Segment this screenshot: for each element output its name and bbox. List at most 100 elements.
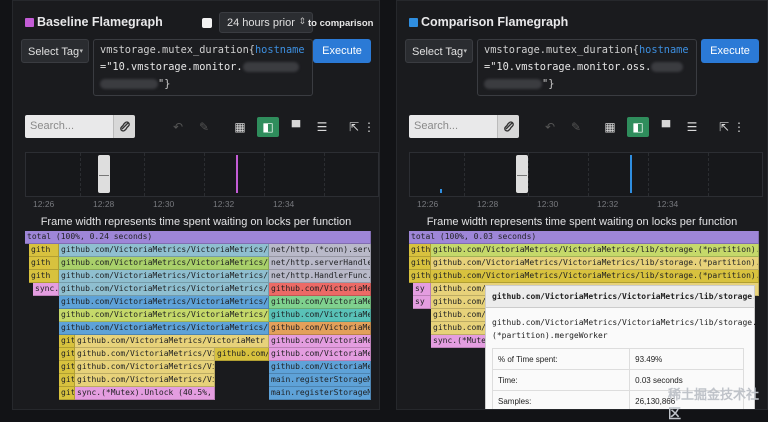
flame-frame[interactable]: git xyxy=(59,335,75,348)
flame-frame[interactable]: github.com/VictoriaMetrics/VictoriaMetri… xyxy=(59,257,269,270)
flamegraph-view-icon[interactable]: ▀ xyxy=(655,117,677,137)
undo-icon[interactable]: ↶ xyxy=(167,117,189,137)
search-input[interactable]: Search... xyxy=(25,115,113,138)
flame-frame[interactable]: net/http.(*conn).serve xyxy=(269,244,371,257)
flame-frame[interactable]: github.com/VictoriaMetrics/VictoriaMetri… xyxy=(59,244,269,257)
flame-frame[interactable]: github.com/VictoriaMe xyxy=(269,361,371,374)
time-label: 12:34 xyxy=(657,199,679,209)
flame-frame[interactable]: github.com/VictoriaMetrics/VictoriaMetri… xyxy=(59,296,269,309)
flame-frame[interactable]: github.com/VictoriaMe xyxy=(269,283,371,296)
time-range-value: 24 hours prior xyxy=(227,17,295,29)
flame-frame[interactable]: main.registerStorageMe xyxy=(269,387,371,400)
flame-frame[interactable]: github.com/VictoriaMetrics/VictoriaMetr xyxy=(75,335,269,348)
time-label: 12:32 xyxy=(597,199,619,209)
flame-frame[interactable]: gith xyxy=(29,244,59,257)
share-icon[interactable]: ⇱ xyxy=(713,117,735,137)
execute-button[interactable]: Execute xyxy=(313,39,371,63)
time-range-select[interactable]: 24 hours prior ⇕ xyxy=(219,12,313,33)
edit-icon[interactable]: ✎ xyxy=(193,117,215,137)
flame-frame[interactable]: gith xyxy=(29,270,59,283)
flame-frame[interactable]: sy xyxy=(413,296,431,309)
select-tag-button[interactable]: Select Tag ▾ xyxy=(21,39,89,63)
time-label: 12:26 xyxy=(417,199,439,209)
flame-frame[interactable]: github.com/VictoriaMe xyxy=(269,296,371,309)
query-metric: vmstorage.mutex_duration{ xyxy=(484,44,639,56)
caret-down-icon: ▾ xyxy=(463,48,467,55)
flame-frame[interactable]: github.com/VictoriaMe xyxy=(269,335,371,348)
share-icon[interactable]: ⇱ xyxy=(343,117,365,137)
flame-frame[interactable]: net/http.HandlerFunc.S xyxy=(269,270,371,283)
flame-frame[interactable]: gith xyxy=(409,270,431,283)
more-icon[interactable]: ⋮ xyxy=(363,117,375,137)
grid-line xyxy=(80,153,81,196)
table-view-icon[interactable]: ▦ xyxy=(229,117,251,137)
table-view-icon[interactable]: ▦ xyxy=(599,117,621,137)
select-tag-button[interactable]: Select Tag ▾ xyxy=(405,39,473,63)
more-icon[interactable]: ⋮ xyxy=(733,117,745,137)
link-icon[interactable] xyxy=(497,115,519,138)
flame-frame[interactable]: git xyxy=(59,361,75,374)
flame-frame[interactable]: github.com/VictoriaMetrics/Vict xyxy=(75,361,215,374)
flame-frame[interactable]: github.com/VictoriaMetrics/VictoriaMetri… xyxy=(59,309,269,322)
both-view-icon[interactable]: ◧ xyxy=(257,117,279,137)
watermark: 稀土掘金技术社区 xyxy=(668,387,760,421)
comparison-panel: Comparison Flamegraph Select Tag ▾ vmstor… xyxy=(396,0,768,410)
flame-frame[interactable]: github.com/VictoriaMetrics/VictoriaMetri… xyxy=(431,270,759,283)
comparison-title: Comparison Flamegraph xyxy=(421,15,569,29)
flame-frame[interactable]: sync. xyxy=(33,283,59,296)
tooltip-key: % of Time spent: xyxy=(491,348,631,370)
sandwich-view-icon[interactable]: ☰ xyxy=(681,117,703,137)
flame-frame[interactable]: github.com/VictoriaMetrics/VictoriaMetri… xyxy=(431,257,759,270)
execute-button[interactable]: Execute xyxy=(701,39,759,63)
flamegraph-toolbar: Search... ↶ ✎ ▦ ◧ ▀ ☰ ⇱ ⋮ xyxy=(409,115,767,141)
flame-frame[interactable]: github.com/VictoriaMetrics/VictoriaMetri… xyxy=(431,244,759,257)
flame-frame[interactable]: github.com/VictoriaMe xyxy=(269,322,371,335)
flame-frame[interactable]: total (100%, 0.24 seconds) xyxy=(25,231,371,244)
comparison-header: Comparison Flamegraph xyxy=(397,9,767,35)
query-label-key: hostname xyxy=(254,44,305,56)
flame-frame[interactable]: github.com/V xyxy=(215,348,269,361)
flamegraph-view-icon[interactable]: ▀ xyxy=(285,117,307,137)
flame-frame[interactable]: main.registerStorageMe xyxy=(269,374,371,387)
flame-frame[interactable]: github.com/VictoriaMetrics/VictoriaMetri… xyxy=(59,322,269,335)
query-label-key: hostname xyxy=(638,44,689,56)
flame-frame[interactable]: total (100%, 0.03 seconds) xyxy=(409,231,759,244)
selection-handle[interactable] xyxy=(98,155,110,193)
flame-frame[interactable]: github.com/VictoriaMetrics/VictoriaMetri… xyxy=(59,270,269,283)
edit-icon[interactable]: ✎ xyxy=(565,117,587,137)
undo-icon[interactable]: ↶ xyxy=(539,117,561,137)
sandwich-view-icon[interactable]: ☰ xyxy=(311,117,333,137)
both-view-icon[interactable]: ◧ xyxy=(627,117,649,137)
selection-handle[interactable] xyxy=(516,155,528,193)
flame-frame[interactable]: gith xyxy=(409,257,431,270)
flame-frame[interactable]: git xyxy=(59,348,75,361)
comparison-checkbox[interactable] xyxy=(202,18,212,28)
flame-frame[interactable]: git xyxy=(59,387,75,400)
link-icon[interactable] xyxy=(113,115,135,138)
tooltip-row: % of Time spent: 93.49% xyxy=(491,348,744,370)
flame-frame[interactable]: git xyxy=(59,374,75,387)
flame-frame[interactable]: sy xyxy=(413,283,431,296)
time-label: 12:28 xyxy=(93,199,115,209)
flame-frame[interactable]: github.com/VictoriaMe xyxy=(269,348,371,361)
search-input[interactable]: Search... xyxy=(409,115,497,138)
flame-frame[interactable]: github.com/VictoriaMetrics/Vict xyxy=(75,374,215,387)
baseline-flamegraph[interactable]: total (100%, 0.24 seconds) gith github.c… xyxy=(25,231,379,409)
redacted-text xyxy=(242,62,299,72)
flame-frame[interactable]: github.com/VictoriaMe xyxy=(269,309,371,322)
flame-frame[interactable]: net/http.serverHandler xyxy=(269,257,371,270)
timeline-chart[interactable] xyxy=(409,152,763,197)
flame-frame[interactable]: github.com/VictoriaMetrics/Vict xyxy=(75,348,215,361)
grid-line xyxy=(648,153,649,196)
query-input[interactable]: vmstorage.mutex_duration{hostname ="10.v… xyxy=(93,39,313,96)
flame-frame[interactable]: sync.(*Mutex).Unlock (40.5%, 0. xyxy=(75,387,215,400)
timeline-chart[interactable] xyxy=(25,152,379,197)
query-metric: vmstorage.mutex_duration{ xyxy=(100,44,255,56)
flamegraph-toolbar: Search... ↶ ✎ ▦ ◧ ▀ ☰ ⇱ ⋮ xyxy=(25,115,379,141)
flame-frame[interactable]: github.com/VictoriaMetrics/VictoriaMetri… xyxy=(59,283,269,296)
query-input[interactable]: vmstorage.mutex_duration{hostname ="10.v… xyxy=(477,39,697,96)
flamegraph-caption: Frame width represents time spent waitin… xyxy=(426,216,738,228)
flame-frame[interactable]: gith xyxy=(409,244,431,257)
baseline-title: Baseline Flamegraph xyxy=(37,15,163,29)
flame-frame[interactable]: gith xyxy=(29,257,59,270)
